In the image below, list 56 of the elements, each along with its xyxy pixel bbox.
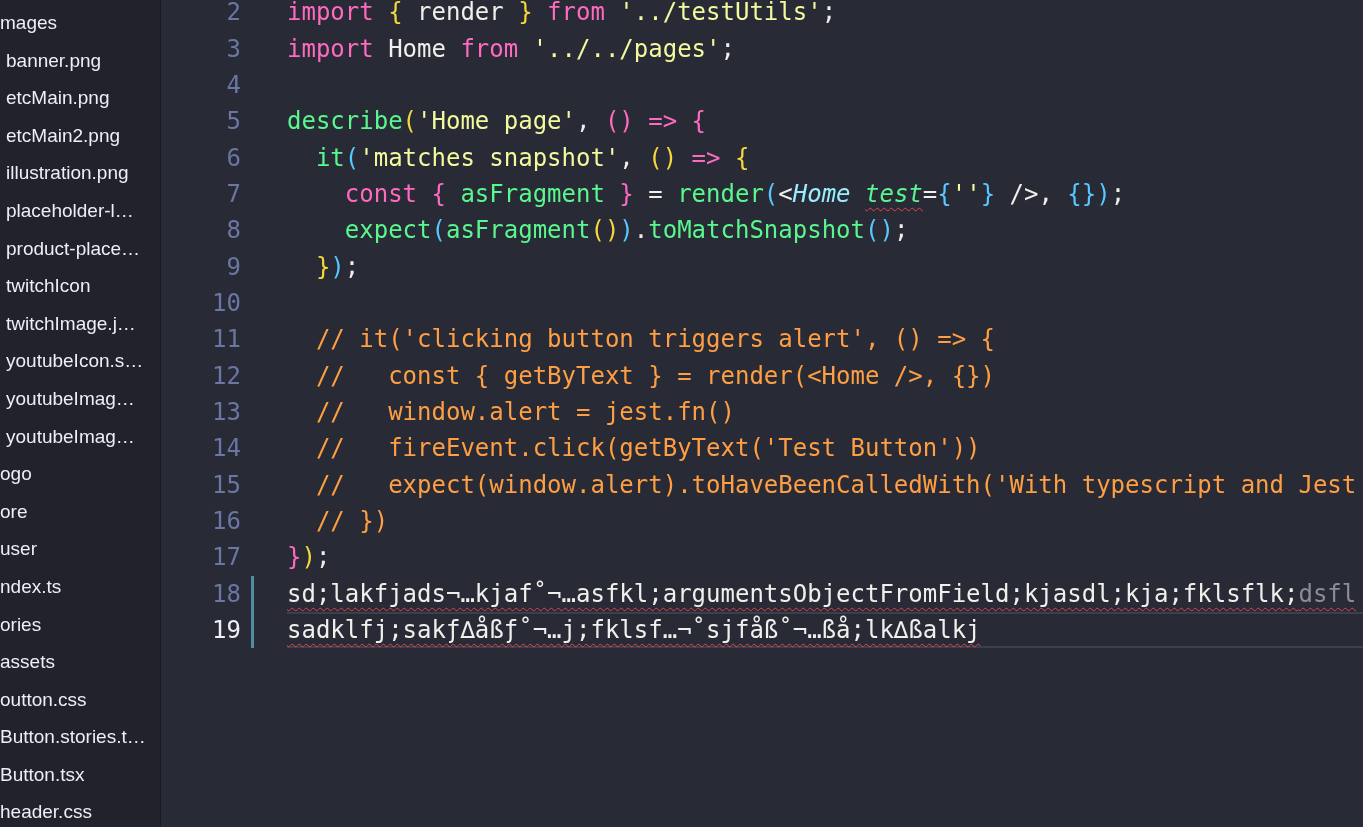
code-line: it('matches snapshot', () => { [314, 143, 750, 172]
tree-item[interactable]: assets [0, 643, 55, 681]
line-number: 11 [211, 325, 241, 354]
code-line: // }) [314, 507, 389, 535]
tree-item[interactable]: Button.stories.t… [0, 718, 146, 756]
line-number: 18 [211, 579, 241, 608]
line-number: 19 [211, 616, 241, 644]
code-line: expect(asFragment()).toMatchSnapshot(); [343, 216, 909, 245]
line-number: 15 [211, 470, 241, 499]
code-line: sadklfj;sakƒ∆åßƒ˚¬…j;fklsf…¬˚sjfåß˚¬…ßå;lk∆ßalkj [287, 616, 981, 644]
code-line: sd;lakfjads¬…kjaf˚¬…asfkl;argumentsObjectFromField;kjasdl;kja;fklsflk;dsfl [287, 579, 1357, 608]
tree-item[interactable]: youtubeImag… [0, 417, 135, 456]
line-number: 6 [225, 143, 241, 172]
code-line: // it('clicking button triggers alert', () => { [314, 325, 995, 354]
tree-item[interactable]: placeholder-l… [0, 191, 134, 230]
tree-item[interactable]: ore [0, 492, 28, 531]
code-line: const { asFragment } = render(<Home test={''} />, {}); [343, 179, 1126, 208]
code-line: import { render } from '../testUtils'; [287, 0, 837, 27]
tree-item[interactable]: twitchImage.j… [0, 304, 136, 343]
line-number: 7 [225, 179, 241, 208]
tree-item[interactable]: ndex.ts [0, 567, 62, 606]
code-line: }); [314, 252, 360, 281]
line-number: 12 [211, 361, 241, 390]
line-number: 17 [211, 543, 241, 572]
tree-item[interactable]: youtubeIcon.s… [0, 342, 144, 380]
line-number: 9 [225, 252, 241, 281]
code-line: import Home from '../../pages'; [287, 34, 735, 63]
line-number: 3 [225, 34, 241, 63]
tree-item[interactable]: youtubeImag… [0, 379, 135, 418]
code-line: // expect(window.alert).toHaveBeenCalledWith('With typescript and Jest [314, 470, 1357, 499]
tree-item[interactable]: ories [0, 605, 42, 644]
code-line: describe('Home page', () => { [287, 107, 707, 136]
tree-item[interactable]: outton.css [0, 680, 87, 719]
line-number: 14 [211, 434, 241, 463]
tree-item[interactable]: banner.png [0, 41, 102, 80]
tree-item[interactable]: product-place… [0, 229, 141, 268]
code-line: // const { getByText } = render(<Home />, {}) [314, 361, 995, 390]
line-number: 2 [225, 0, 241, 27]
tree-item[interactable]: etcMain2.png [0, 116, 121, 155]
tree-item[interactable]: header.css [0, 793, 92, 827]
code-line: // window.alert = jest.fn() [314, 397, 735, 426]
tree-item[interactable]: user [0, 530, 37, 568]
line-number: 10 [211, 288, 241, 317]
line-number: 8 [225, 216, 241, 245]
tree-item[interactable]: twitchIcon [0, 267, 91, 305]
tree-item[interactable]: Button.tsx [0, 755, 85, 794]
tree-item[interactable]: etcMain.png [0, 79, 110, 117]
line-number: 13 [211, 397, 241, 426]
tree-item[interactable]: mages [0, 4, 58, 42]
line-number: 4 [225, 70, 241, 99]
line-number: 16 [211, 507, 241, 535]
tree-item[interactable]: illustration.png [0, 154, 129, 192]
line-number: 5 [225, 107, 241, 136]
code-line: }); [287, 543, 331, 572]
tree-item[interactable]: ogo [0, 455, 32, 493]
code-line: // fireEvent.click(getByText('Test Button')) [314, 434, 981, 463]
